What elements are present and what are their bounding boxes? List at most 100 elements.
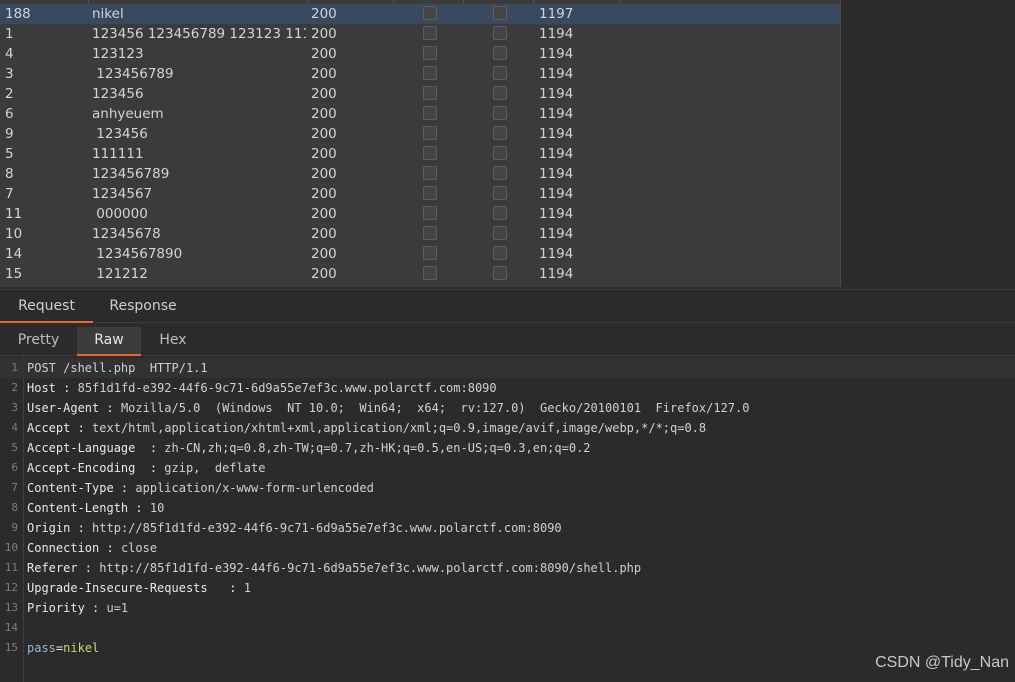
header-name: Accept-Encoding <box>27 461 136 475</box>
code-text: Content-Type : application/x-www-form-ur… <box>27 478 374 498</box>
header-name: Accept <box>27 421 71 435</box>
timeout-checkbox[interactable] <box>493 26 507 40</box>
table-row[interactable]: 2 123456 200 1194 <box>0 84 840 104</box>
timeout-checkbox[interactable] <box>493 206 507 220</box>
timeout-checkbox[interactable] <box>493 166 507 180</box>
header-separator: : <box>99 401 121 415</box>
table-row[interactable]: 1 123456 123456789 123123 1111... 200 1194 <box>0 24 840 44</box>
payload-cell: 123456 <box>92 126 148 142</box>
error-checkbox[interactable] <box>423 146 437 160</box>
timeout-checkbox[interactable] <box>493 246 507 260</box>
timeout-checkbox[interactable] <box>493 66 507 80</box>
request-id-cell: 5 <box>5 146 14 162</box>
status-code-cell: 200 <box>311 246 337 262</box>
error-checkbox[interactable] <box>423 246 437 260</box>
tab-raw[interactable]: Raw <box>77 327 141 356</box>
header-separator: : <box>99 541 121 555</box>
editor-line: 15 pass=nikel <box>0 638 1015 658</box>
timeout-checkbox[interactable] <box>493 226 507 240</box>
line-number: 14 <box>4 621 18 634</box>
column-separator <box>463 0 464 3</box>
table-row[interactable]: 7 1234567 200 1194 <box>0 184 840 204</box>
tab-hex[interactable]: Hex <box>141 327 205 354</box>
header-separator: : <box>207 581 244 595</box>
error-checkbox[interactable] <box>423 166 437 180</box>
table-row[interactable]: 3 123456789 200 1194 <box>0 64 840 84</box>
column-separator <box>88 0 89 3</box>
error-checkbox[interactable] <box>423 66 437 80</box>
request-id-cell: 1 <box>5 26 14 42</box>
code-text: Referer : http://85f1d1fd-e392-44f6-9c71… <box>27 558 641 578</box>
header-name: Content-Length <box>27 501 129 515</box>
request-id-cell: 9 <box>5 126 14 142</box>
line-number: 12 <box>4 581 18 594</box>
line-number: 6 <box>11 461 18 474</box>
code-text: Origin : http://85f1d1fd-e392-44f6-9c71-… <box>27 518 562 538</box>
header-separator: : <box>77 561 100 575</box>
table-row[interactable]: 8 123456789 200 1194 <box>0 164 840 184</box>
error-checkbox[interactable] <box>423 106 437 120</box>
tab-request[interactable]: Request <box>0 290 93 323</box>
header-separator: : <box>135 461 165 475</box>
results-table-body: 188 nikel 200 1197 1 123456 123456789 123123 … <box>0 0 841 287</box>
code-text: Connection : close <box>27 538 157 558</box>
line-number: 9 <box>11 521 18 534</box>
error-checkbox[interactable] <box>423 26 437 40</box>
payload-cell: 111111 <box>92 146 144 162</box>
table-row[interactable]: 10 12345678 200 1194 <box>0 224 840 244</box>
table-row[interactable]: 14 1234567890 200 1194 <box>0 244 840 264</box>
status-code-cell: 200 <box>311 86 337 102</box>
header-name: Upgrade-Insecure-Requests <box>27 581 208 595</box>
table-row[interactable]: 5 111111 200 1194 <box>0 144 840 164</box>
error-checkbox[interactable] <box>423 46 437 60</box>
timeout-checkbox[interactable] <box>493 86 507 100</box>
tab-response[interactable]: Response <box>93 290 193 321</box>
table-row[interactable]: 9 123456 200 1194 <box>0 124 840 144</box>
timeout-checkbox[interactable] <box>493 46 507 60</box>
editor-line: 12 Upgrade-Insecure-Requests : 1 <box>0 578 1015 598</box>
header-value: text/html,application/xhtml+xml,applicat… <box>92 421 707 435</box>
timeout-checkbox[interactable] <box>493 126 507 140</box>
timeout-checkbox[interactable] <box>493 6 507 20</box>
editor-line: 9 Origin : http://85f1d1fd-e392-44f6-9c71… <box>0 518 1015 538</box>
column-separator <box>533 0 534 3</box>
error-checkbox[interactable] <box>423 206 437 220</box>
body-param-name: pass <box>27 641 56 655</box>
table-row[interactable]: 188 nikel 200 1197 <box>0 4 840 24</box>
header-name: Priority <box>27 601 85 615</box>
payload-cell: 123123 <box>92 46 144 62</box>
payload-cell: 1234567 <box>92 186 153 202</box>
header-value: 1 <box>243 581 251 595</box>
status-code-cell: 200 <box>311 226 337 242</box>
error-checkbox[interactable] <box>423 186 437 200</box>
column-separator <box>620 0 621 3</box>
table-row[interactable]: 11 000000 200 1194 <box>0 204 840 224</box>
status-code-cell: 200 <box>311 66 337 82</box>
error-checkbox[interactable] <box>423 6 437 20</box>
line-number: 2 <box>11 381 18 394</box>
payload-cell: 12345678 <box>92 226 161 242</box>
payload-cell: 123456789 <box>92 66 174 82</box>
payload-cell: 123456789 <box>92 166 170 182</box>
header-name: Referer <box>27 561 78 575</box>
line-number: 13 <box>4 601 18 614</box>
table-row[interactable]: 15 121212 200 1194 <box>0 264 840 284</box>
tab-pretty[interactable]: Pretty <box>0 327 77 354</box>
request-id-cell: 14 <box>5 246 23 262</box>
error-checkbox[interactable] <box>423 266 437 280</box>
error-checkbox[interactable] <box>423 86 437 100</box>
timeout-checkbox[interactable] <box>493 186 507 200</box>
header-value: application/x-www-form-urlencoded <box>135 481 374 495</box>
timeout-checkbox[interactable] <box>493 146 507 160</box>
header-separator: : <box>70 421 93 435</box>
table-row[interactable]: 4 123123 200 1194 <box>0 44 840 64</box>
timeout-checkbox[interactable] <box>493 106 507 120</box>
table-row[interactable]: 6 anhyeuem 200 1194 <box>0 104 840 124</box>
error-checkbox[interactable] <box>423 226 437 240</box>
error-checkbox[interactable] <box>423 126 437 140</box>
length-cell: 1197 <box>539 6 574 22</box>
timeout-checkbox[interactable] <box>493 266 507 280</box>
line-number: 10 <box>4 541 18 554</box>
header-name: Host <box>27 381 56 395</box>
request-editor[interactable]: 1 POST /shell.php HTTP/1.1 2 Host : 85f1d1f… <box>0 356 1015 682</box>
